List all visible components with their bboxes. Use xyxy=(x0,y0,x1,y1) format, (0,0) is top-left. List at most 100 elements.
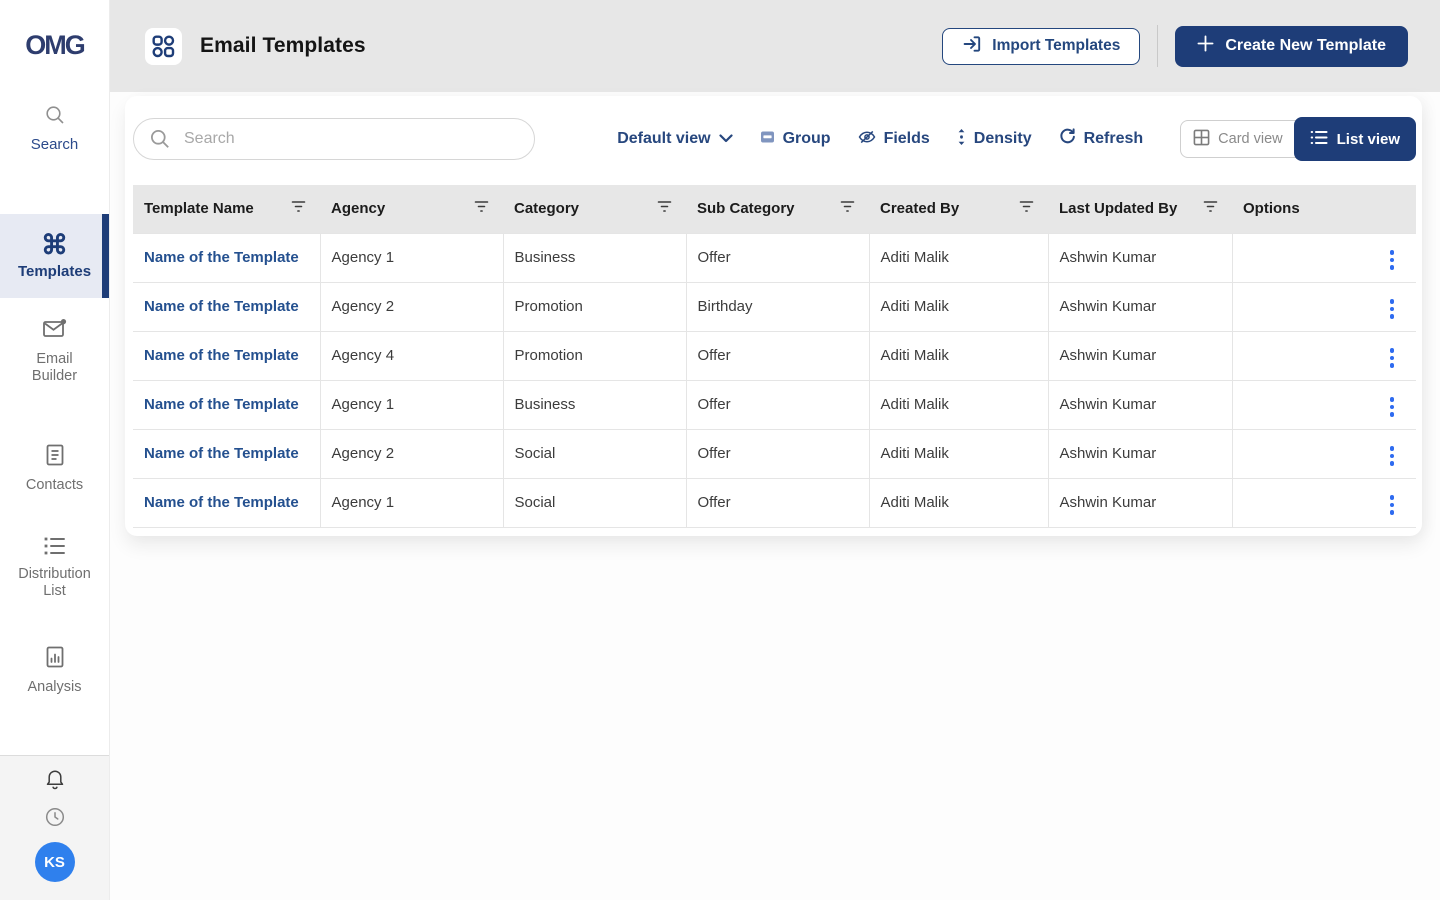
row-options-menu[interactable] xyxy=(1384,246,1401,274)
filter-icon[interactable] xyxy=(474,200,489,217)
template-name-link[interactable]: Name of the Template xyxy=(133,478,320,527)
sidebar-item-label: Templates xyxy=(18,263,91,280)
density-button[interactable]: Density xyxy=(957,129,1032,150)
template-name-link[interactable]: Name of the Template xyxy=(133,282,320,331)
refresh-icon xyxy=(1059,128,1076,150)
column-label: Template Name xyxy=(144,200,254,217)
create-new-template-button[interactable]: Create New Template xyxy=(1175,26,1408,67)
agency-cell: Agency 1 xyxy=(320,478,503,527)
table-row: Name of the Template Agency 1 Business O… xyxy=(133,233,1416,282)
last-updated-by-cell: Ashwin Kumar xyxy=(1048,380,1232,429)
column-label: Category xyxy=(514,200,579,217)
filter-icon[interactable] xyxy=(1203,200,1218,217)
row-options-menu[interactable] xyxy=(1384,344,1401,372)
create-new-template-label: Create New Template xyxy=(1225,37,1386,55)
options-cell xyxy=(1232,331,1416,380)
sub-category-cell: Offer xyxy=(686,478,869,527)
sidebar-item-contacts[interactable]: Contacts xyxy=(0,440,109,496)
table-row: Name of the Template Agency 4 Promotion … xyxy=(133,331,1416,380)
group-icon xyxy=(760,130,775,149)
refresh-button[interactable]: Refresh xyxy=(1059,128,1144,150)
group-button[interactable]: Group xyxy=(760,130,831,149)
sidebar-item-label: Contacts xyxy=(26,477,83,494)
sidebar-item-distribution-list[interactable]: Distribution List xyxy=(0,530,109,606)
template-name-link[interactable]: Name of the Template xyxy=(133,233,320,282)
template-name-link[interactable]: Name of the Template xyxy=(133,429,320,478)
created-by-cell: Aditi Malik xyxy=(869,429,1048,478)
sidebar: OMG Search ⌘ Templates Email Builder xyxy=(0,0,110,900)
refresh-label: Refresh xyxy=(1084,130,1144,148)
avatar[interactable]: KS xyxy=(35,842,75,882)
sidebar-item-templates[interactable]: ⌘ Templates xyxy=(0,214,109,298)
sub-category-cell: Offer xyxy=(686,429,869,478)
card-view-icon xyxy=(1193,129,1210,150)
eye-off-icon xyxy=(858,130,876,149)
search-input[interactable] xyxy=(133,118,535,160)
column-header-agency: Agency xyxy=(320,185,503,233)
clock-icon[interactable] xyxy=(44,806,66,828)
view-dropdown[interactable]: Default view xyxy=(617,130,732,148)
bell-icon[interactable] xyxy=(44,768,66,792)
import-icon xyxy=(962,34,982,59)
list-view-label: List view xyxy=(1337,131,1400,148)
row-options-menu[interactable] xyxy=(1384,295,1401,323)
sidebar-item-label: Search xyxy=(31,136,79,153)
sidebar-item-label: Email Builder xyxy=(23,351,87,385)
analysis-icon xyxy=(44,645,66,674)
column-label: Last Updated By xyxy=(1059,200,1177,217)
category-cell: Business xyxy=(503,380,686,429)
column-header-category: Category xyxy=(503,185,686,233)
density-label: Density xyxy=(974,130,1032,148)
table-header: Template Name Agency Category Sub Catego… xyxy=(133,185,1416,233)
templates-panel: Default view Group xyxy=(125,96,1422,536)
template-name-link[interactable]: Name of the Template xyxy=(133,380,320,429)
fields-button[interactable]: Fields xyxy=(858,130,930,149)
options-cell xyxy=(1232,380,1416,429)
sidebar-item-analysis[interactable]: Analysis xyxy=(0,642,109,698)
options-cell xyxy=(1232,282,1416,331)
last-updated-by-cell: Ashwin Kumar xyxy=(1048,282,1232,331)
category-cell: Social xyxy=(503,478,686,527)
email-icon xyxy=(42,317,68,346)
templates-table: Template Name Agency Category Sub Catego… xyxy=(133,185,1416,528)
list-view-button[interactable]: List view xyxy=(1294,117,1416,161)
row-options-menu[interactable] xyxy=(1384,491,1401,519)
filter-icon[interactable] xyxy=(1019,200,1034,217)
created-by-cell: Aditi Malik xyxy=(869,282,1048,331)
top-header: Email Templates Import Templates Create … xyxy=(110,0,1440,92)
fields-label: Fields xyxy=(884,130,930,148)
options-cell xyxy=(1232,478,1416,527)
column-header-sub-category: Sub Category xyxy=(686,185,869,233)
sidebar-item-label: Distribution List xyxy=(12,566,98,600)
group-label: Group xyxy=(783,130,831,148)
sub-category-cell: Offer xyxy=(686,380,869,429)
filter-icon[interactable] xyxy=(657,200,672,217)
table-body: Name of the Template Agency 1 Business O… xyxy=(133,233,1416,527)
active-indicator xyxy=(102,214,109,298)
contacts-icon xyxy=(44,443,66,472)
sidebar-item-label: Analysis xyxy=(28,679,82,696)
import-templates-button[interactable]: Import Templates xyxy=(942,28,1140,65)
row-options-menu[interactable] xyxy=(1384,393,1401,421)
brand-logo[interactable]: OMG xyxy=(0,0,109,90)
toolbar-controls: Default view Group xyxy=(617,117,1416,161)
filter-icon[interactable] xyxy=(291,200,306,217)
category-cell: Social xyxy=(503,429,686,478)
row-options-menu[interactable] xyxy=(1384,442,1401,470)
card-view-label: Card view xyxy=(1218,131,1282,147)
created-by-cell: Aditi Malik xyxy=(869,478,1048,527)
filter-icon[interactable] xyxy=(840,200,855,217)
last-updated-by-cell: Ashwin Kumar xyxy=(1048,429,1232,478)
header-actions: Import Templates Create New Template xyxy=(942,25,1408,67)
import-templates-label: Import Templates xyxy=(992,37,1120,55)
main-content: Default view Group xyxy=(110,92,1440,900)
sidebar-item-search[interactable]: Search xyxy=(0,100,109,156)
template-name-link[interactable]: Name of the Template xyxy=(133,331,320,380)
created-by-cell: Aditi Malik xyxy=(869,331,1048,380)
sidebar-item-email-builder[interactable]: Email Builder xyxy=(0,316,109,386)
last-updated-by-cell: Ashwin Kumar xyxy=(1048,331,1232,380)
created-by-cell: Aditi Malik xyxy=(869,233,1048,282)
card-view-button[interactable]: Card view xyxy=(1180,120,1297,158)
column-header-created-by: Created By xyxy=(869,185,1048,233)
options-cell xyxy=(1232,429,1416,478)
